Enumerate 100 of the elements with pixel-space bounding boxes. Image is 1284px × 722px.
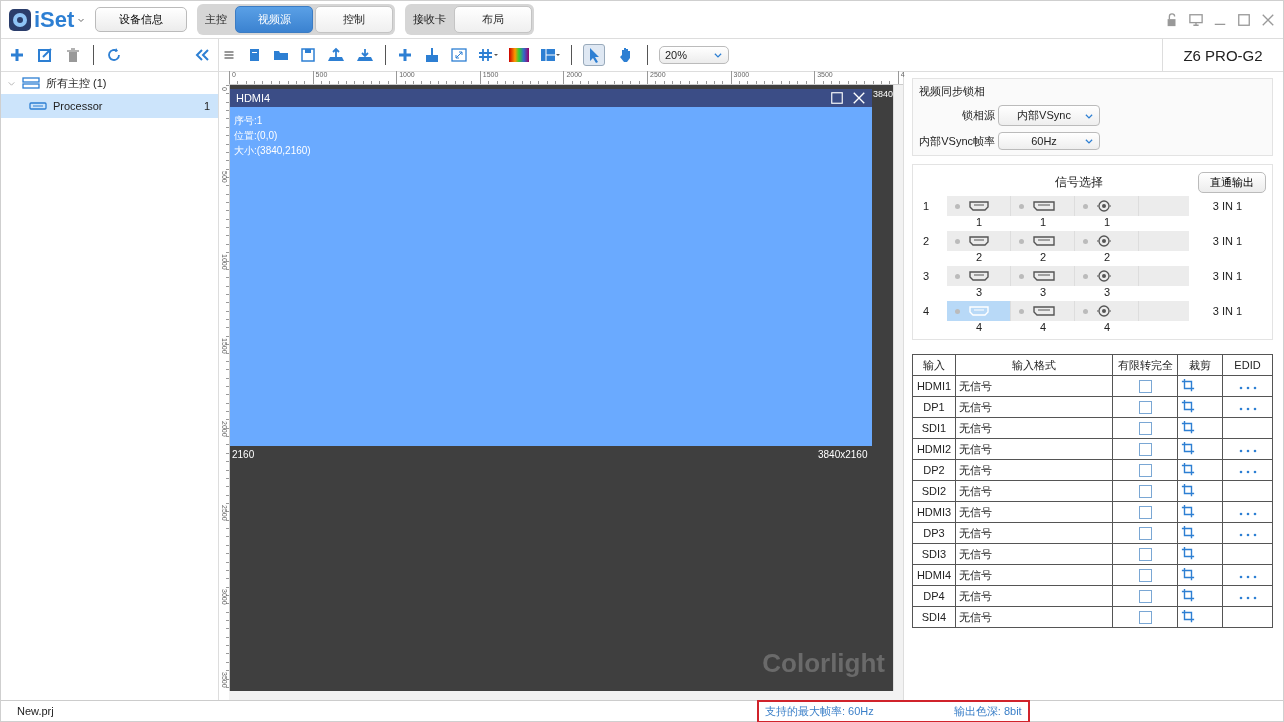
- group-label: 接收卡: [412, 12, 448, 27]
- port-option[interactable]: [1011, 231, 1075, 251]
- port-option[interactable]: [947, 231, 1011, 251]
- passthrough-button[interactable]: 直通输出: [1198, 171, 1266, 193]
- select-field[interactable]: 内部VSync: [998, 105, 1100, 126]
- refresh-icon[interactable]: [106, 47, 122, 63]
- crop-icon[interactable]: [1181, 567, 1195, 581]
- checkbox[interactable]: [1138, 379, 1152, 393]
- more-icon[interactable]: [1238, 407, 1257, 411]
- layer-info: 序号:1: [233, 114, 264, 128]
- tree-item[interactable]: Processor 1: [1, 94, 218, 118]
- select-field[interactable]: 60Hz: [998, 132, 1100, 150]
- lock-icon[interactable]: [1165, 12, 1179, 27]
- table-cell: 无信号: [955, 459, 1113, 481]
- crop-icon[interactable]: [1181, 504, 1195, 518]
- port-number: 1: [1038, 216, 1048, 229]
- checkbox[interactable]: [1138, 484, 1152, 498]
- app-logo-icon: [9, 8, 31, 31]
- maximize-icon[interactable]: [829, 91, 844, 105]
- device-info-button[interactable]: 设备信息: [95, 7, 188, 32]
- zoom-dropdown[interactable]: 20%: [659, 46, 729, 64]
- port-number: 3: [974, 286, 984, 299]
- crop-icon[interactable]: [1181, 588, 1195, 602]
- nav-tab[interactable]: 控制: [315, 6, 394, 33]
- tree-node[interactable]: 所有主控 (1): [1, 72, 218, 94]
- monitor-icon[interactable]: [1189, 12, 1203, 27]
- hdmi-port-icon: [968, 200, 990, 212]
- checkbox[interactable]: [1138, 589, 1152, 603]
- port-option[interactable]: [1011, 301, 1075, 321]
- more-icon[interactable]: [1238, 596, 1257, 600]
- table-cell: 无信号: [955, 522, 1113, 544]
- chevron-icon[interactable]: [1084, 136, 1094, 146]
- edit-icon[interactable]: [37, 47, 53, 63]
- row-number: 3: [922, 270, 931, 282]
- crop-icon[interactable]: [1181, 441, 1195, 455]
- port-option[interactable]: [1075, 266, 1139, 286]
- table-cell: HDMI4: [912, 564, 956, 586]
- checkbox[interactable]: [1138, 526, 1152, 540]
- checkbox[interactable]: [1138, 568, 1152, 582]
- row-number: 1: [922, 200, 931, 212]
- brush-icon[interactable]: [424, 47, 440, 63]
- port-option[interactable]: [1075, 231, 1139, 251]
- download-icon[interactable]: [356, 46, 374, 64]
- crop-icon[interactable]: [1181, 525, 1195, 539]
- checkbox[interactable]: [1138, 463, 1152, 477]
- checkbox[interactable]: [1138, 400, 1152, 414]
- collapse-icon[interactable]: [194, 47, 210, 63]
- port-option[interactable]: [1011, 196, 1075, 216]
- menu-icon[interactable]: [223, 49, 235, 61]
- checkbox[interactable]: [1138, 505, 1152, 519]
- more-icon[interactable]: [1238, 575, 1257, 579]
- maximize-icon[interactable]: [1237, 12, 1251, 27]
- horizontal-scrollbar[interactable]: [229, 691, 903, 700]
- panel-title: 视频同步锁相: [919, 84, 986, 99]
- item-count: 1: [203, 100, 210, 112]
- port-number: 2: [1102, 251, 1112, 264]
- color-bar-icon[interactable]: [509, 48, 529, 62]
- more-icon[interactable]: [1238, 449, 1257, 453]
- trash-icon[interactable]: [65, 47, 81, 63]
- checkbox[interactable]: [1138, 442, 1152, 456]
- checkbox[interactable]: [1138, 547, 1152, 561]
- nav-tab[interactable]: 布局: [454, 6, 533, 33]
- crop-icon[interactable]: [1181, 483, 1195, 497]
- field-label: 锁相源: [961, 108, 995, 123]
- more-icon[interactable]: [1238, 533, 1257, 537]
- close-icon[interactable]: [851, 91, 866, 105]
- fit-screen-icon[interactable]: [451, 47, 467, 63]
- more-icon[interactable]: [1238, 386, 1257, 390]
- pointer-tool[interactable]: [583, 44, 605, 66]
- port-option[interactable]: [1075, 301, 1139, 321]
- crop-icon[interactable]: [1181, 462, 1195, 476]
- crop-icon[interactable]: [1181, 420, 1195, 434]
- crop-icon[interactable]: [1181, 546, 1195, 560]
- more-icon[interactable]: [1238, 512, 1257, 516]
- server-icon[interactable]: [22, 74, 40, 92]
- port-option[interactable]: [947, 266, 1011, 286]
- port-option[interactable]: [947, 196, 1011, 216]
- port-option[interactable]: [1075, 196, 1139, 216]
- bnc-port-icon: [1096, 304, 1112, 318]
- crop-icon[interactable]: [1181, 399, 1195, 413]
- upload-icon[interactable]: [327, 46, 345, 64]
- add-layer-icon[interactable]: [397, 47, 413, 63]
- layer-window[interactable]: HDMI4 序号:1 位置:(0,0) 大小:(3840,2160): [229, 89, 872, 446]
- port-number: 4: [1038, 321, 1048, 334]
- more-icon[interactable]: [1238, 470, 1257, 474]
- port-option[interactable]: [1011, 266, 1075, 286]
- checkbox[interactable]: [1138, 610, 1152, 624]
- displayport-icon: [1032, 235, 1056, 247]
- add-icon[interactable]: [9, 47, 25, 63]
- crop-icon[interactable]: [1181, 378, 1195, 392]
- device-model: Z6 PRO-G2: [1162, 39, 1283, 71]
- vertical-scrollbar[interactable]: [893, 85, 903, 691]
- checkbox[interactable]: [1138, 421, 1152, 435]
- table-cell: DP3: [912, 522, 956, 544]
- table-cell: HDMI1: [912, 375, 956, 397]
- crop-icon[interactable]: [1181, 609, 1195, 623]
- mode-label: 3 IN 1: [1211, 200, 1244, 212]
- save-icon[interactable]: [300, 47, 316, 63]
- chevron-icon[interactable]: [713, 50, 723, 60]
- column-header: 输入格式: [955, 354, 1113, 376]
